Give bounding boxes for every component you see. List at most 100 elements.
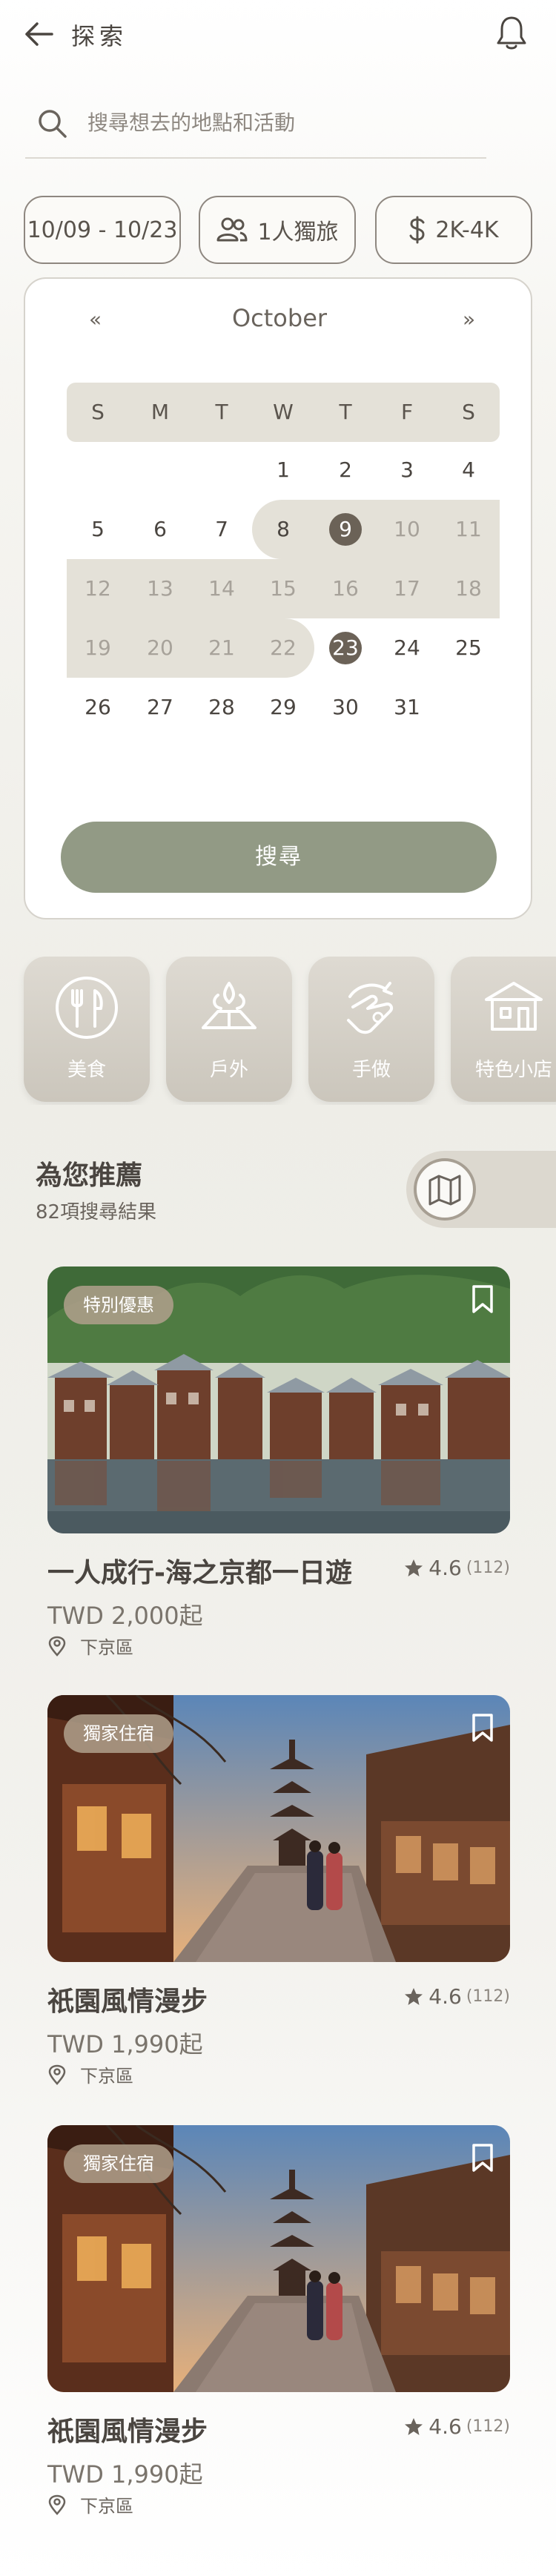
location-label: 下京區 [80,1637,133,1658]
promo-badge: 特別優惠 [64,1286,173,1324]
bookmark-icon[interactable] [471,2143,494,2173]
people-icon [216,217,248,242]
location: 下京區 [47,2061,133,2087]
star-icon [405,1987,423,2005]
star-icon [405,2417,423,2435]
calendar-day[interactable]: 5 [67,500,129,559]
calendar-day[interactable]: 23 [314,618,377,678]
top-bar: 探索 [0,0,556,74]
calendar-day[interactable]: 25 [437,618,500,678]
promo-badge: 獨家住宿 [64,1714,173,1753]
location-label: 下京區 [80,2496,133,2517]
calendar-day[interactable]: 16 [314,559,377,618]
bell-icon[interactable] [495,15,528,52]
calendar-day[interactable]: 17 [376,559,438,618]
category-label: 戶外 [209,1059,248,1081]
calendar-day[interactable]: 11 [437,500,500,559]
calendar-day[interactable]: 20 [129,618,191,678]
date-range-label: 10/09 - 10/23 [27,217,178,243]
search-bar [25,96,486,159]
category-handcraft[interactable]: 手做 [308,957,434,1102]
calendar-day[interactable]: 9 [314,500,377,559]
calendar-day[interactable]: 26 [67,678,129,737]
location: 下京區 [47,2491,133,2517]
handcraft-icon [347,982,394,1034]
calendar: « October » S M T W T F S 1 2 3 4 5 6 7 8 9 10 11 1… [24,277,532,919]
price: TWD 1,990起 [47,2460,203,2489]
calendar-day[interactable]: 29 [252,678,314,737]
page-title: 探索 [71,22,128,50]
card-photo: 特別優惠 [47,1266,510,1533]
review-count: (112) [466,1559,510,1577]
card-title: 一人成行-海之京都一日遊 [47,1558,352,1588]
calendar-day[interactable]: 7 [191,500,253,559]
calendar-day[interactable]: 6 [129,500,191,559]
promo-badge: 獨家住宿 [64,2144,173,2183]
shop-icon [485,982,543,1031]
calendar-day[interactable]: 31 [376,678,438,737]
rating: 4.6 (112) [403,1556,510,1580]
category-label: 特色小店 [474,1059,552,1081]
location-pin-icon [48,1636,66,1657]
tent-icon [202,982,257,1029]
back-arrow-icon[interactable] [24,21,53,47]
fork-knife-icon [56,977,118,1039]
result-count: 82項搜尋結果 [36,1201,157,1223]
category-shop[interactable]: 特色小店 [451,957,556,1102]
card-title: 祇園風情漫步 [47,2417,208,2447]
calendar-day[interactable]: 19 [67,618,129,678]
map-icon [414,1158,476,1221]
calendar-day[interactable]: 14 [191,559,253,618]
people-label: 1人獨旅 [257,219,339,245]
card-photo: 獨家住宿 [47,1695,510,1962]
category-label: 手做 [351,1059,391,1081]
calendar-day[interactable]: 1 [252,440,314,500]
calendar-day[interactable]: 22 [252,618,314,678]
calendar-day[interactable]: 24 [376,618,438,678]
location: 下京區 [47,1633,133,1659]
map-toggle[interactable] [406,1151,556,1228]
calendar-day[interactable]: 15 [252,559,314,618]
calendar-day[interactable]: 10 [376,500,438,559]
budget-label: 2K-4K [435,217,499,243]
calendar-day[interactable]: 3 [376,440,438,500]
calendar-day[interactable]: 2 [314,440,377,500]
calendar-day[interactable]: 21 [191,618,253,678]
activity-card[interactable]: 獨家住宿 祇園風情漫步 4.6 (112) TWD 1,990起 下京區 [47,1695,510,2096]
search-icon [39,110,67,138]
rating-value: 4.6 [428,2414,462,2439]
rating: 4.6 (112) [403,1984,510,2009]
price: TWD 1,990起 [47,2030,203,2058]
location-pin-icon [48,2064,66,2085]
bookmark-icon[interactable] [471,1284,494,1314]
calendar-day[interactable]: 12 [67,559,129,618]
activity-card[interactable]: 特別優惠 一人成行-海之京都一日遊 4.6 (112) TWD 2,000起 下… [47,1266,510,1667]
location-pin-icon [48,2494,66,2515]
budget-filter[interactable]: 2K-4K [375,196,532,264]
rating: 4.6 (112) [403,2414,510,2439]
calendar-day[interactable]: 13 [129,559,191,618]
category-row: 美食 戶外 手做 特色小店 [0,957,556,1105]
calendar-days: 1 2 3 4 5 6 7 8 9 10 11 12 13 14 15 16 17 18 19 20 21 22 23 24 2… [67,279,500,921]
star-icon [405,1559,423,1576]
category-label: 美食 [67,1059,106,1081]
calendar-day[interactable]: 8 [252,500,314,559]
location-label: 下京區 [80,2066,133,2087]
recommend-title: 為您推薦 [36,1160,143,1191]
calendar-day[interactable]: 27 [129,678,191,737]
calendar-day[interactable]: 28 [191,678,253,737]
calendar-day[interactable]: 4 [437,440,500,500]
price: TWD 2,000起 [47,1602,203,1630]
dollar-icon [409,216,425,244]
review-count: (112) [466,1987,510,2006]
bookmark-icon[interactable] [471,1713,494,1743]
category-outdoor[interactable]: 戶外 [166,957,292,1102]
search-input[interactable] [87,104,473,141]
rating-value: 4.6 [428,1984,462,2009]
date-range-filter[interactable]: 10/09 - 10/23 [24,196,181,264]
category-food[interactable]: 美食 [24,957,150,1102]
calendar-day[interactable]: 30 [314,678,377,737]
calendar-day[interactable]: 18 [437,559,500,618]
activity-card[interactable]: 獨家住宿 祇園風情漫步 4.6 (112) TWD 1,990起 下京區 [47,2125,510,2526]
people-filter[interactable]: 1人獨旅 [199,196,356,264]
